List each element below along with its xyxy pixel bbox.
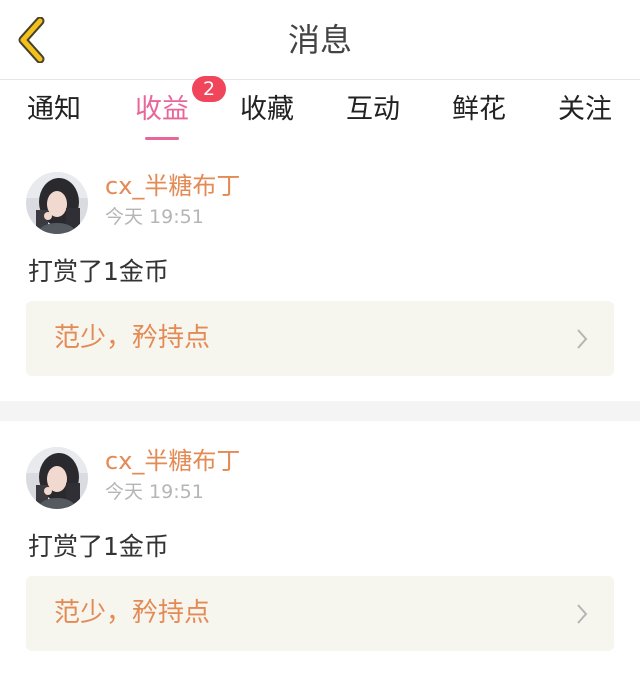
tab-notifications[interactable]: 通知 — [24, 80, 84, 146]
tab-label: 通知 — [27, 94, 81, 125]
timestamp: 今天 19:51 — [105, 206, 204, 228]
tab-label: 收藏 — [240, 94, 294, 125]
quoted-text: 范少，矜持点 — [54, 323, 211, 353]
tab-favorites[interactable]: 收藏 — [237, 80, 297, 146]
top-bar: 消息 — [0, 0, 640, 80]
username[interactable]: cx_半糖布丁 — [105, 166, 240, 201]
avatar[interactable] — [26, 172, 88, 234]
unread-badge: 2 — [192, 76, 226, 102]
message-card: cx_半糖布丁 今天 19:51 打赏了1金币 范少，矜持点 — [0, 421, 640, 681]
message-card: cx_半糖布丁 今天 19:51 打赏了1金币 范少，矜持点 — [0, 146, 640, 401]
tab-label: 关注 — [558, 94, 612, 125]
message-text: 打赏了1金币 — [28, 257, 169, 286]
chevron-right-icon — [577, 329, 588, 349]
tab-flowers[interactable]: 鲜花 — [449, 80, 509, 146]
page-title: 消息 — [287, 21, 352, 59]
tab-label: 鲜花 — [452, 94, 506, 125]
tab-bar: 通知 收益 2 收藏 互动 鲜花 关注 — [0, 76, 640, 146]
chevron-right-icon — [577, 604, 588, 624]
tab-earnings[interactable]: 收益 2 — [130, 76, 226, 146]
avatar[interactable] — [26, 447, 88, 509]
tab-following[interactable]: 关注 — [555, 80, 615, 146]
timestamp: 今天 19:51 — [105, 481, 204, 503]
user-avatar-image — [26, 447, 88, 509]
message-text: 打赏了1金币 — [28, 532, 169, 561]
divider — [0, 401, 640, 421]
tab-label: 收益 — [135, 94, 189, 125]
quoted-text: 范少，矜持点 — [54, 598, 211, 628]
tab-interactions[interactable]: 互动 — [343, 80, 403, 146]
quoted-content[interactable]: 范少，矜持点 — [26, 301, 614, 376]
tab-label: 互动 — [346, 94, 400, 125]
quoted-content[interactable]: 范少，矜持点 — [26, 576, 614, 651]
username[interactable]: cx_半糖布丁 — [105, 441, 240, 476]
active-tab-indicator — [145, 137, 179, 140]
user-avatar-image — [26, 172, 88, 234]
